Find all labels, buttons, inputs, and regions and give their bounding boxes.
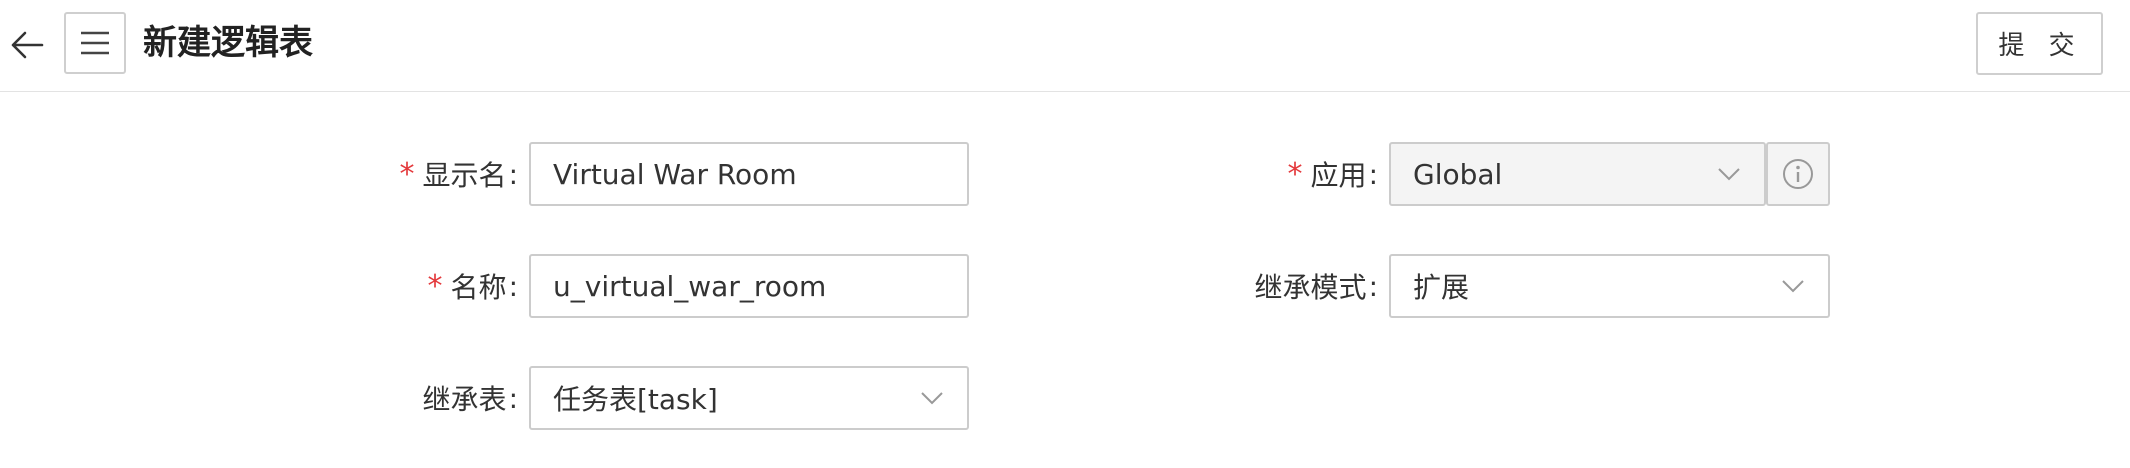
- inherit-mode-label: 继承模式 :: [1160, 254, 1378, 318]
- inherit-table-select[interactable]: 任务表[task]: [529, 366, 969, 430]
- inherit-table-label-text: 继承表: [422, 383, 507, 416]
- label-colon: :: [508, 381, 518, 415]
- page-title: 新建逻辑表: [143, 23, 313, 63]
- chevron-down-icon: [1780, 273, 1806, 299]
- name-label: * 名称 :: [300, 254, 518, 318]
- application-label-text: 应用: [1310, 159, 1367, 192]
- submit-button[interactable]: 提 交: [1976, 12, 2103, 75]
- application-value: Global: [1413, 157, 1503, 191]
- name-input[interactable]: [529, 254, 969, 318]
- chevron-down-icon: [919, 385, 945, 411]
- label-colon: :: [1368, 269, 1378, 303]
- display-name-input[interactable]: [529, 142, 969, 206]
- chevron-down-icon: [1716, 161, 1742, 187]
- display-name-label: * 显示名 :: [300, 142, 518, 206]
- info-circle-icon: [1783, 159, 1813, 189]
- application-select[interactable]: Global: [1389, 142, 1766, 206]
- application-label: * 应用 :: [1160, 142, 1378, 206]
- inherit-mode-value: 扩展: [1413, 271, 1470, 304]
- inherit-table-label: 继承表 :: [300, 366, 518, 430]
- label-colon: :: [508, 269, 518, 303]
- menu-button[interactable]: [64, 12, 126, 74]
- display-name-label-text: 显示名: [422, 159, 507, 192]
- back-button[interactable]: [8, 22, 46, 68]
- arrow-left-icon: [11, 31, 44, 59]
- label-colon: :: [508, 157, 518, 191]
- required-marker: *: [1287, 156, 1303, 192]
- application-info-button[interactable]: [1766, 142, 1830, 206]
- hamburger-menu-icon: [81, 31, 109, 55]
- label-colon: :: [1368, 157, 1378, 191]
- inherit-table-value: 任务表[task]: [553, 383, 718, 416]
- name-label-text: 名称: [450, 271, 507, 304]
- required-marker: *: [399, 156, 415, 192]
- page-header: 新建逻辑表 提 交: [0, 0, 2130, 92]
- required-marker: *: [427, 268, 443, 304]
- inherit-mode-select[interactable]: 扩展: [1389, 254, 1830, 318]
- inherit-mode-label-text: 继承模式: [1254, 271, 1367, 304]
